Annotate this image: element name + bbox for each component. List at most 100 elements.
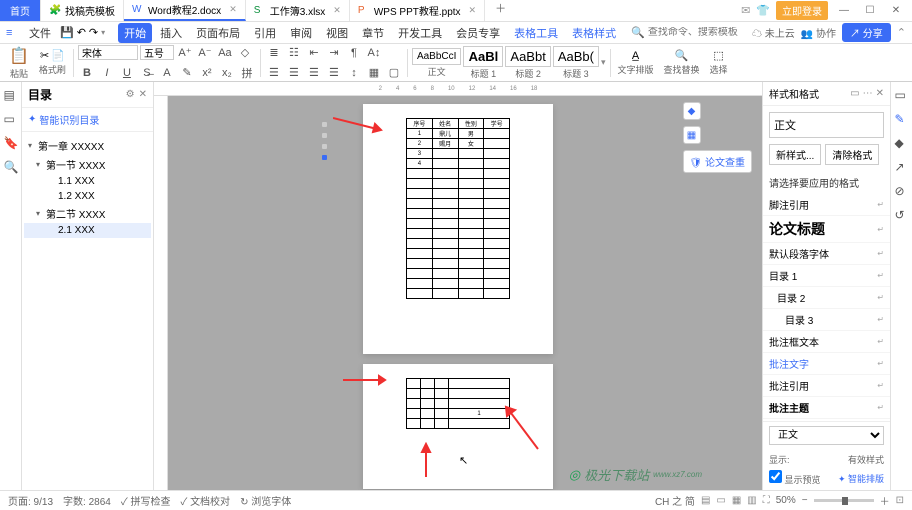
table-row[interactable] (407, 209, 510, 219)
table-cell[interactable]: 女 (458, 139, 484, 149)
table-cell[interactable] (407, 279, 433, 289)
document-page[interactable]: 1 ↖ (363, 364, 553, 489)
bullets-icon[interactable]: ≣ (265, 44, 283, 62)
rail-backup-icon[interactable]: ↺ (895, 208, 909, 222)
nav-dot[interactable] (322, 133, 327, 138)
table-cell[interactable] (458, 189, 484, 199)
table-cell[interactable] (484, 129, 510, 139)
table-cell[interactable] (449, 379, 510, 389)
table-cell[interactable] (449, 419, 510, 429)
table-cell[interactable] (435, 379, 449, 389)
close-icon[interactable]: ✕ (333, 5, 341, 16)
table-cell[interactable] (458, 179, 484, 189)
table-cell[interactable] (458, 259, 484, 269)
line-spacing-icon[interactable]: ↕ (345, 64, 363, 82)
cloud-status[interactable]: ☁ 未上云 (752, 25, 795, 40)
underline-icon[interactable]: U (118, 64, 136, 82)
nav-dot[interactable] (322, 144, 327, 149)
status-page[interactable]: 页面: 9/13 (8, 493, 53, 508)
style-list-item[interactable]: 批注引用↵ (763, 375, 890, 397)
table-row[interactable] (407, 239, 510, 249)
login-button[interactable]: 立即登录 (776, 1, 828, 20)
table-cell[interactable] (407, 389, 421, 399)
table-cell[interactable] (484, 209, 510, 219)
ruler-vertical[interactable] (154, 96, 168, 490)
table-cell[interactable] (435, 419, 449, 429)
table-header-cell[interactable]: 学号 (484, 119, 510, 129)
table-row[interactable] (407, 219, 510, 229)
style-h2[interactable]: AaBbt (505, 46, 550, 67)
table-cell[interactable] (407, 409, 421, 419)
table-cell[interactable] (484, 269, 510, 279)
rail-share-icon[interactable]: ↗ (895, 160, 909, 174)
smart-layout-link[interactable]: ✦ 智能排版 (838, 472, 884, 485)
table-cell[interactable] (458, 239, 484, 249)
justify-icon[interactable]: ☰ (325, 64, 343, 82)
status-words[interactable]: 字数: 2864 (63, 493, 111, 508)
table-cell[interactable] (484, 169, 510, 179)
table-cell[interactable] (458, 289, 484, 299)
ribbon-tab-table-style[interactable]: 表格样式 (566, 23, 622, 43)
table-row[interactable] (407, 259, 510, 269)
style-h1[interactable]: AaBl (463, 46, 503, 67)
zoom-out-icon[interactable]: − (802, 495, 808, 506)
maximize-icon[interactable]: ☐ (860, 5, 880, 16)
highlight-icon[interactable]: ✎ (178, 64, 196, 82)
table-cell[interactable] (435, 399, 449, 409)
ribbon-tab-member[interactable]: 会员专享 (450, 23, 506, 43)
copy-icon[interactable]: 📄 (51, 49, 65, 62)
table-row[interactable]: 4 (407, 159, 510, 169)
table-cell[interactable]: 赐月 (432, 139, 458, 149)
table-row[interactable]: 3 (407, 149, 510, 159)
fullscreen-icon[interactable]: ⛶ (763, 495, 770, 506)
undo-icon[interactable]: ↶ (77, 26, 86, 39)
tab-ppt-doc[interactable]: PWPS PPT教程.pptx✕ (350, 0, 485, 21)
search-icon[interactable]: 🔍 (631, 26, 645, 39)
table-cell[interactable] (484, 229, 510, 239)
ruler-horizontal[interactable]: 24681012141618 (154, 82, 762, 96)
style-list-item[interactable]: 批注主题↵ (763, 397, 890, 419)
style-h3[interactable]: AaBb( (553, 46, 599, 67)
table-cell[interactable] (421, 409, 435, 419)
table-cell[interactable] (458, 279, 484, 289)
table-cell[interactable] (407, 399, 421, 409)
rail-bookmark-icon[interactable]: 🔖 (4, 136, 18, 150)
table-row[interactable]: 1鼎儿男 (407, 129, 510, 139)
change-case-icon[interactable]: Aa (216, 44, 234, 62)
share-button[interactable]: ↗ 分享 (842, 23, 891, 42)
grow-font-icon[interactable]: A⁺ (176, 44, 194, 62)
table-cell[interactable] (407, 249, 433, 259)
table-cell[interactable] (407, 179, 433, 189)
skin-icon[interactable]: 👕 (756, 4, 770, 17)
styles-list[interactable]: 脚注引用↵论文标题↵默认段落字体↵目录 1↵目录 2↵目录 3↵批注框文本↵批注… (763, 194, 890, 421)
sp-options-icon[interactable]: ⋯ (863, 88, 873, 99)
tab-excel-doc[interactable]: S工作簿3.xlsx✕ (246, 0, 350, 21)
qat-dropdown-icon[interactable]: ▾ (101, 28, 105, 37)
table-cell[interactable] (484, 289, 510, 299)
rail-limit-icon[interactable]: ⊘ (895, 184, 909, 198)
table-cell[interactable] (432, 159, 458, 169)
table-cell[interactable] (432, 229, 458, 239)
document-canvas[interactable]: 24681012141618 序号姓名性别学号1鼎儿男2赐月女34 1 ↖ ◆ … (154, 82, 762, 490)
ribbon-tab-view[interactable]: 视图 (320, 23, 354, 43)
table-cell[interactable] (407, 379, 421, 389)
message-icon[interactable]: ✉ (741, 4, 750, 17)
search-input[interactable] (648, 27, 738, 38)
status-spell[interactable]: ✓ 拼写检查 (121, 493, 171, 508)
table-cell[interactable] (484, 139, 510, 149)
table-row[interactable] (407, 289, 510, 299)
style-normal[interactable]: AaBbCcI (412, 48, 461, 65)
superscript-icon[interactable]: x² (198, 64, 216, 82)
style-list-item[interactable]: 论文标题↵ (763, 216, 890, 243)
table-cell[interactable] (407, 269, 433, 279)
table-cell[interactable] (484, 249, 510, 259)
table-header-cell[interactable]: 姓名 (432, 119, 458, 129)
table-row[interactable] (407, 269, 510, 279)
table-header-cell[interactable]: 序号 (407, 119, 433, 129)
shrink-font-icon[interactable]: A⁻ (196, 44, 214, 62)
sp-close-icon[interactable]: ✕ (876, 88, 884, 99)
plagiarism-check-button[interactable]: 🛡 论文查重 (683, 150, 752, 173)
table-cell[interactable] (458, 229, 484, 239)
table-cell[interactable] (432, 199, 458, 209)
font-size-select[interactable] (140, 45, 174, 60)
